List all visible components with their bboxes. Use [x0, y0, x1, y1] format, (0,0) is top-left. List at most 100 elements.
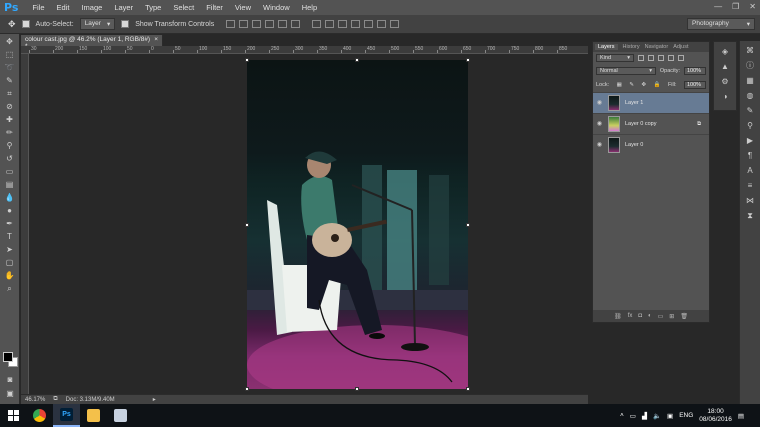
- adjustments-icon[interactable]: ⚙: [719, 77, 731, 87]
- menu-edit[interactable]: Edit: [51, 3, 76, 12]
- healing-tool-icon[interactable]: ✚: [3, 114, 17, 125]
- dodge-tool-icon[interactable]: ●: [3, 205, 17, 216]
- battery-icon[interactable]: ▭: [630, 412, 636, 420]
- color-icon[interactable]: ◍: [744, 91, 756, 101]
- taskbar-app[interactable]: [107, 404, 134, 427]
- new-layer-icon[interactable]: ⊞: [669, 313, 674, 320]
- menu-layer[interactable]: Layer: [108, 3, 139, 12]
- auto-align-icon[interactable]: [390, 20, 400, 28]
- marquee-tool-icon[interactable]: ⬚: [3, 49, 17, 60]
- menu-filter[interactable]: Filter: [200, 3, 229, 12]
- mask-icon[interactable]: ◘: [638, 313, 642, 319]
- transform-handle-bc[interactable]: [355, 387, 359, 391]
- paragraph-icon[interactable]: ¶: [744, 151, 756, 161]
- crop-tool-icon[interactable]: ⌗: [3, 88, 17, 99]
- link-icon[interactable]: ⛓: [614, 313, 622, 320]
- tab-history[interactable]: History: [623, 44, 640, 50]
- menu-image[interactable]: Image: [75, 3, 108, 12]
- eyedropper-tool-icon[interactable]: ⊘: [3, 101, 17, 112]
- show-transform-checkbox[interactable]: [121, 20, 130, 28]
- menu-view[interactable]: View: [229, 3, 257, 12]
- transform-handle-tl[interactable]: [245, 58, 249, 62]
- keyboard-language[interactable]: ENG: [679, 412, 693, 419]
- eraser-tool-icon[interactable]: ▭: [3, 166, 17, 177]
- blur-tool-icon[interactable]: 💧: [3, 192, 17, 203]
- filter-adjustment-icon[interactable]: [648, 55, 654, 61]
- gradient-tool-icon[interactable]: ▤: [3, 179, 17, 190]
- distribute-bottom-icon[interactable]: [338, 20, 348, 28]
- transform-handle-bl[interactable]: [245, 387, 249, 391]
- lock-transparent-icon[interactable]: ▦: [617, 82, 622, 88]
- hand-tool-icon[interactable]: ✋: [3, 270, 17, 281]
- distribute-left-icon[interactable]: [351, 20, 361, 28]
- document-tab[interactable]: colour cast.jpg @ 46.2% (Layer 1, RGB/8#…: [21, 35, 163, 50]
- layers-panel-icon[interactable]: ◈: [719, 47, 731, 57]
- swatches-icon[interactable]: ▦: [744, 76, 756, 86]
- fill-field[interactable]: 100%: [684, 81, 706, 89]
- transform-handle-mr[interactable]: [466, 223, 470, 227]
- info-icon[interactable]: ⓘ: [744, 61, 756, 71]
- distribute-center-icon[interactable]: [364, 20, 374, 28]
- move-tool-icon[interactable]: ✥: [8, 19, 16, 30]
- actions-icon[interactable]: ▶: [744, 136, 756, 146]
- transform-handle-tc[interactable]: [355, 58, 359, 62]
- restore-icon[interactable]: ❐: [732, 2, 739, 11]
- quick-mask-icon[interactable]: ◙: [3, 374, 17, 385]
- lasso-tool-icon[interactable]: ➰: [3, 62, 17, 73]
- shape-tool-icon[interactable]: ▢: [3, 257, 17, 268]
- brush-panel-icon[interactable]: ✎: [744, 106, 756, 116]
- eye-icon[interactable]: ◉: [596, 142, 603, 149]
- timeline-icon[interactable]: ⧗: [744, 211, 756, 221]
- export-icon[interactable]: ⧉: [53, 396, 57, 403]
- align-center-icon[interactable]: [278, 20, 288, 28]
- message-icon[interactable]: ▣: [667, 412, 673, 420]
- path-select-tool-icon[interactable]: ➤: [3, 244, 17, 255]
- distribute-middle-icon[interactable]: [325, 20, 335, 28]
- document-image[interactable]: [247, 60, 468, 389]
- pen-tool-icon[interactable]: ✒: [3, 218, 17, 229]
- blend-mode-dropdown[interactable]: Normal ▾: [596, 67, 656, 75]
- distribute-top-icon[interactable]: [312, 20, 322, 28]
- lock-all-icon[interactable]: 🔒: [654, 82, 661, 88]
- history-brush-tool-icon[interactable]: ↺: [3, 153, 17, 164]
- history-icon[interactable]: ⌘: [744, 46, 756, 56]
- menu-file[interactable]: File: [26, 3, 50, 12]
- align-top-icon[interactable]: [226, 20, 236, 28]
- layer-row[interactable]: ◉ Layer 0: [593, 134, 709, 155]
- transform-handle-br[interactable]: [466, 387, 470, 391]
- filter-type-icon[interactable]: [658, 55, 664, 61]
- close-icon[interactable]: ✕: [749, 2, 756, 11]
- eye-icon[interactable]: ◉: [596, 100, 603, 107]
- eye-icon[interactable]: ◉: [596, 121, 603, 128]
- lock-position-icon[interactable]: ✥: [641, 82, 646, 88]
- channels-icon[interactable]: ≡: [744, 181, 756, 191]
- align-right-icon[interactable]: [291, 20, 301, 28]
- menu-select[interactable]: Select: [167, 3, 200, 12]
- styles-icon[interactable]: ◑: [719, 92, 731, 102]
- clone-stamp-tool-icon[interactable]: ⚲: [3, 140, 17, 151]
- menu-window[interactable]: Window: [257, 3, 296, 12]
- minimize-icon[interactable]: —: [714, 2, 722, 11]
- adjustment-icon[interactable]: ◐: [648, 313, 652, 319]
- move-tool-icon[interactable]: ✥: [3, 36, 17, 47]
- menu-help[interactable]: Help: [296, 3, 323, 12]
- brush-tool-icon[interactable]: ✏: [3, 127, 17, 138]
- transform-handle-ml[interactable]: [245, 223, 249, 227]
- taskbar-file-explorer[interactable]: [80, 404, 107, 427]
- clone-source-icon[interactable]: ⚲: [744, 121, 756, 131]
- properties-icon[interactable]: ▲: [719, 62, 731, 72]
- start-button[interactable]: [0, 404, 26, 427]
- taskbar-chrome[interactable]: [26, 404, 53, 427]
- align-middle-icon[interactable]: [239, 20, 249, 28]
- filter-smart-object-icon[interactable]: [678, 55, 684, 61]
- type-tool-icon[interactable]: T: [3, 231, 17, 242]
- menu-type[interactable]: Type: [139, 3, 167, 12]
- taskbar-photoshop[interactable]: Ps: [53, 404, 80, 427]
- notifications-icon[interactable]: ▤: [738, 412, 744, 420]
- align-left-icon[interactable]: [265, 20, 275, 28]
- auto-select-target-dropdown[interactable]: Layer ▾: [79, 18, 116, 30]
- screen-mode-icon[interactable]: ▣: [3, 388, 17, 399]
- zoom-tool-icon[interactable]: ⌕: [3, 283, 17, 294]
- quick-select-tool-icon[interactable]: ✎: [3, 75, 17, 86]
- status-menu-arrow-icon[interactable]: ▸: [153, 396, 156, 403]
